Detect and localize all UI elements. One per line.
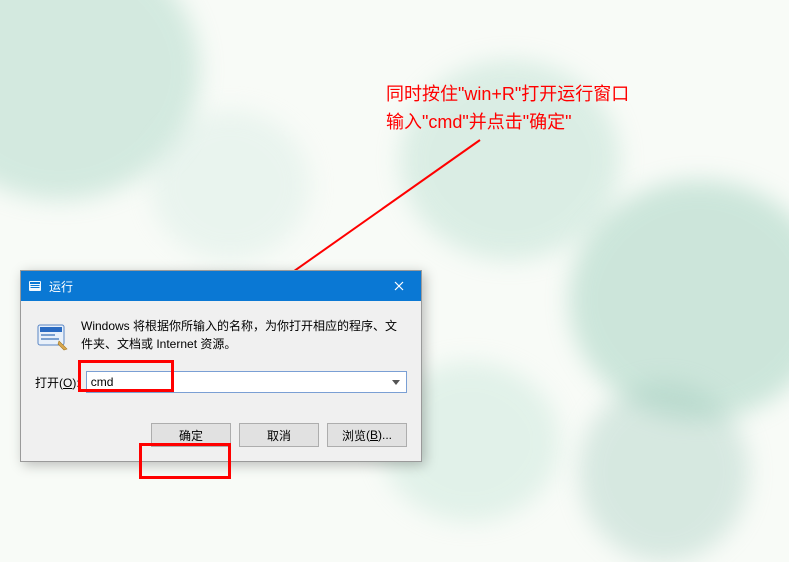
open-label: 打开(O): xyxy=(35,374,80,391)
open-input[interactable] xyxy=(86,371,407,393)
ok-button[interactable]: 确定 xyxy=(151,423,231,447)
titlebar-title: 运行 xyxy=(49,278,73,295)
cancel-button[interactable]: 取消 xyxy=(239,423,319,447)
annotation-text: 同时按住"win+R"打开运行窗口 输入"cmd"并点击"确定" xyxy=(386,80,629,136)
browse-button[interactable]: 浏览(B)... xyxy=(327,423,407,447)
run-titlebar-icon xyxy=(27,278,43,294)
open-input-wrap xyxy=(86,371,407,393)
dialog-body: Windows 将根据你所输入的名称，为你打开相应的程序、文件夹、文档或 Int… xyxy=(21,301,421,461)
bg-decoration xyxy=(579,382,749,562)
titlebar[interactable]: 运行 xyxy=(21,271,421,301)
dialog-top-row: Windows 将根据你所输入的名称，为你打开相应的程序、文件夹、文档或 Int… xyxy=(35,317,407,353)
run-dialog: 运行 Windows 将根据你所输入的名称，为你打开相 xyxy=(20,270,422,462)
close-icon xyxy=(394,278,404,294)
annotation-line1: 同时按住"win+R"打开运行窗口 xyxy=(386,80,629,108)
button-row: 确定 取消 浏览(B)... xyxy=(35,423,407,447)
dialog-description: Windows 将根据你所输入的名称，为你打开相应的程序、文件夹、文档或 Int… xyxy=(81,317,407,353)
bg-decoration xyxy=(150,110,310,260)
close-button[interactable] xyxy=(376,271,421,301)
bg-decoration xyxy=(0,0,200,200)
annotation-line2: 输入"cmd"并点击"确定" xyxy=(386,108,629,136)
open-row: 打开(O): xyxy=(35,371,407,393)
run-dialog-icon xyxy=(35,319,69,353)
bg-decoration xyxy=(569,180,789,420)
